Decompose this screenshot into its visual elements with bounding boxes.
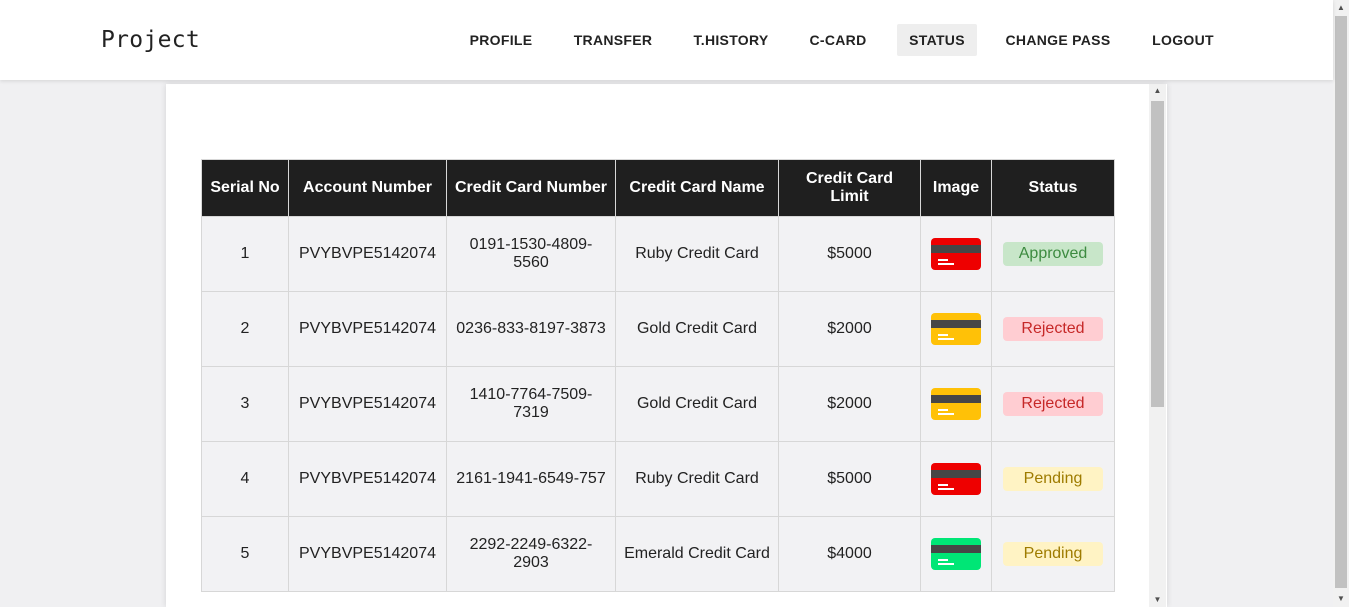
credit-card-number-cell: 2292-2249-6322-2903 [446, 516, 616, 592]
nav-transfer[interactable]: TRANSFER [563, 24, 663, 56]
account-number-cell: PVYBVPE5142074 [288, 216, 447, 292]
serial-no-cell: 3 [201, 366, 289, 442]
header-status: Status [991, 159, 1115, 217]
header-serial-no: Serial No [201, 159, 289, 217]
nav-profile[interactable]: PROFILE [459, 24, 543, 56]
credit-card-number-cell: 0191-1530-4809-5560 [446, 216, 616, 292]
nav-logout[interactable]: LOGOUT [1141, 24, 1225, 56]
credit-card-name-cell: Ruby Credit Card [615, 216, 779, 292]
main-nav: PROFILE TRANSFER T.HISTORY C-CARD STATUS… [0, 24, 1333, 56]
page-scroll-down-icon[interactable]: ▼ [1333, 591, 1349, 607]
header-account-number: Account Number [288, 159, 447, 217]
credit-card-name-cell: Emerald Credit Card [615, 516, 779, 592]
status-cell: Approved [991, 216, 1115, 292]
serial-no-cell: 4 [201, 441, 289, 517]
scroll-down-arrow-icon[interactable]: ▼ [1149, 593, 1166, 607]
top-navbar: Project PROFILE TRANSFER T.HISTORY C-CAR… [0, 0, 1333, 80]
gold-card-icon [931, 388, 981, 420]
table-row: 5 PVYBVPE5142074 2292-2249-6322-2903 Emeral… [201, 516, 1115, 592]
table-header-row: Serial No Account Number Credit Card Num… [201, 159, 1115, 217]
gold-card-icon [931, 313, 981, 345]
credit-card-limit-cell: $2000 [778, 366, 921, 442]
nav-credit-card[interactable]: C-CARD [799, 24, 877, 56]
status-cell: Pending [991, 441, 1115, 517]
card-image-cell [920, 516, 992, 592]
page-scroll-up-icon[interactable]: ▲ [1333, 0, 1349, 16]
credit-card-limit-cell: $2000 [778, 291, 921, 367]
nav-change-password[interactable]: CHANGE PASS [996, 24, 1120, 56]
table-row: 2 PVYBVPE5142074 0236-833-8197-3873 Gold Cr… [201, 291, 1115, 367]
status-panel: Serial No Account Number Credit Card Num… [166, 84, 1167, 607]
ruby-card-icon [931, 463, 981, 495]
status-badge: Pending [1003, 467, 1103, 491]
emerald-card-icon [931, 538, 981, 570]
account-number-cell: PVYBVPE5142074 [288, 366, 447, 442]
card-image-cell [920, 441, 992, 517]
status-cell: Rejected [991, 366, 1115, 442]
credit-card-limit-cell: $5000 [778, 441, 921, 517]
ruby-card-icon [931, 238, 981, 270]
status-badge: Rejected [1003, 317, 1103, 341]
nav-status[interactable]: STATUS [897, 24, 977, 56]
serial-no-cell: 1 [201, 216, 289, 292]
header-credit-card-limit: Credit Card Limit [778, 159, 921, 217]
account-number-cell: PVYBVPE5142074 [288, 291, 447, 367]
credit-card-limit-cell: $4000 [778, 516, 921, 592]
status-cell: Rejected [991, 291, 1115, 367]
panel-scroll-thumb[interactable] [1151, 101, 1164, 407]
credit-card-name-cell: Ruby Credit Card [615, 441, 779, 517]
serial-no-cell: 5 [201, 516, 289, 592]
header-image: Image [920, 159, 992, 217]
status-badge: Approved [1003, 242, 1103, 266]
table-row: 4 PVYBVPE5142074 2161-1941-6549-757 Ruby Cr… [201, 441, 1115, 517]
scroll-up-arrow-icon[interactable]: ▲ [1149, 84, 1166, 98]
account-number-cell: PVYBVPE5142074 [288, 516, 447, 592]
card-image-cell [920, 291, 992, 367]
card-image-cell [920, 366, 992, 442]
status-cell: Pending [991, 516, 1115, 592]
page-scrollbar[interactable]: ▲ ▼ [1333, 0, 1349, 607]
credit-card-limit-cell: $5000 [778, 216, 921, 292]
credit-card-name-cell: Gold Credit Card [615, 291, 779, 367]
credit-card-status-table: Serial No Account Number Credit Card Num… [201, 159, 1115, 592]
credit-card-number-cell: 1410-7764-7509-7319 [446, 366, 616, 442]
panel-scrollbar[interactable]: ▲ ▼ [1149, 84, 1166, 607]
status-badge: Pending [1003, 542, 1103, 566]
status-badge: Rejected [1003, 392, 1103, 416]
credit-card-number-cell: 2161-1941-6549-757 [446, 441, 616, 517]
credit-card-number-cell: 0236-833-8197-3873 [446, 291, 616, 367]
card-image-cell [920, 216, 992, 292]
header-credit-card-name: Credit Card Name [615, 159, 779, 217]
header-credit-card-number: Credit Card Number [446, 159, 616, 217]
page-scroll-thumb[interactable] [1335, 16, 1347, 588]
serial-no-cell: 2 [201, 291, 289, 367]
table-body: 1 PVYBVPE5142074 0191-1530-4809-5560 Ruby C… [201, 216, 1115, 592]
table-row: 3 PVYBVPE5142074 1410-7764-7509-7319 Gold C… [201, 366, 1115, 442]
credit-card-name-cell: Gold Credit Card [615, 366, 779, 442]
account-number-cell: PVYBVPE5142074 [288, 441, 447, 517]
table-row: 1 PVYBVPE5142074 0191-1530-4809-5560 Ruby C… [201, 216, 1115, 292]
nav-transaction-history[interactable]: T.HISTORY [683, 24, 779, 56]
